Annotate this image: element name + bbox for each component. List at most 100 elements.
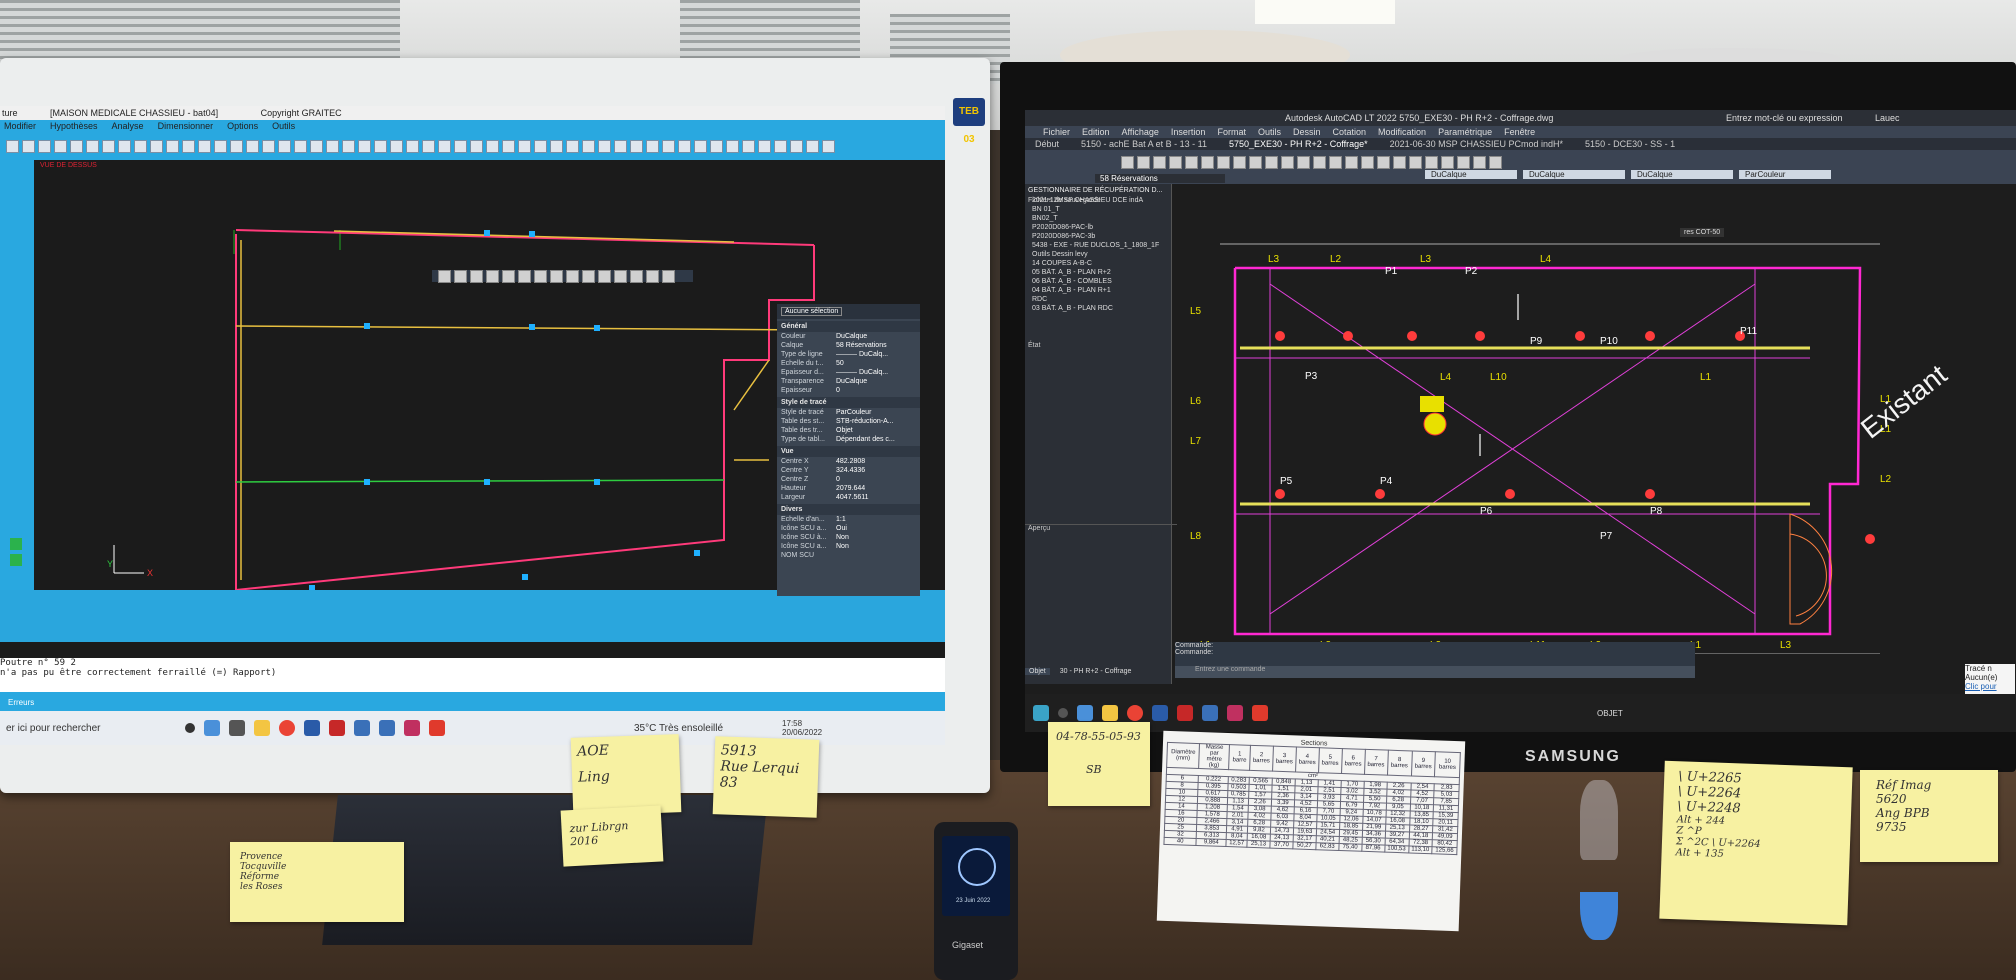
tool-icon[interactable]: [1457, 156, 1470, 169]
tool-icon[interactable]: [598, 269, 611, 283]
outlook-icon[interactable]: [1152, 705, 1168, 721]
tool-icon[interactable]: [1217, 156, 1230, 169]
tool-icon[interactable]: [1329, 156, 1342, 169]
tool-icon[interactable]: [22, 139, 35, 153]
menu-item[interactable]: Options: [227, 120, 258, 132]
menu-item[interactable]: Modifier: [4, 120, 36, 132]
property-row[interactable]: Type de tabl... Dépendant des c...: [777, 435, 920, 444]
lineweight-dropdown[interactable]: DuCalque: [1631, 170, 1733, 179]
tool-icon[interactable]: [1345, 156, 1358, 169]
list-item[interactable]: 05 BÂT. A_B - PLAN R+2: [1032, 268, 1172, 277]
property-row[interactable]: Hauteur 2079.644: [777, 484, 920, 493]
list-item[interactable]: P2020D086-PAC-lb: [1032, 223, 1172, 232]
property-row[interactable]: Table des st... STB-réduction-A...: [777, 417, 920, 426]
file-tab[interactable]: 5150 - achE Bat A et B - 13 - 11: [1081, 138, 1207, 150]
autocad-icon[interactable]: [329, 720, 345, 736]
menu-item[interactable]: Analyse: [112, 120, 144, 132]
list-item[interactable]: 5438 - EXE - RUE DUCLOS_1_1808_1F: [1032, 241, 1172, 250]
pdf-icon[interactable]: [429, 720, 445, 736]
tool-icon[interactable]: [358, 139, 371, 153]
search-hint[interactable]: Entrez mot-clé ou expression: [1726, 113, 1843, 123]
tool-icon[interactable]: [1249, 156, 1262, 169]
tool-icon[interactable]: [1153, 156, 1166, 169]
tool-icon[interactable]: [694, 139, 707, 153]
pdf-icon[interactable]: [1252, 705, 1268, 721]
property-row[interactable]: Transparence DuCalque: [777, 377, 920, 386]
tool-icon[interactable]: [598, 139, 611, 153]
tool-icon[interactable]: [246, 139, 259, 153]
tool-icon[interactable]: [6, 139, 19, 153]
menu-item[interactable]: Modification: [1378, 126, 1426, 138]
tool-icon[interactable]: [262, 139, 275, 153]
edge-icon[interactable]: [204, 720, 220, 736]
folder-icon[interactable]: [1102, 705, 1118, 721]
taskview-icon[interactable]: [229, 720, 245, 736]
tool-icon[interactable]: [1201, 156, 1214, 169]
property-row[interactable]: Style de tracé ParCouleur: [777, 408, 920, 417]
file-tab[interactable]: Début: [1035, 138, 1059, 150]
tool-icon[interactable]: [726, 139, 739, 153]
tool-icon[interactable]: [678, 139, 691, 153]
list-item[interactable]: RDC: [1032, 295, 1172, 304]
desk-phone[interactable]: 23 Juin 2022 Gigaset: [934, 822, 1018, 980]
menu-item[interactable]: Cotation: [1333, 126, 1367, 138]
list-item[interactable]: BN 01_T: [1032, 205, 1172, 214]
menu-item[interactable]: Outils: [272, 120, 295, 132]
tool-icon[interactable]: [582, 269, 595, 283]
section-misc[interactable]: Divers: [777, 504, 920, 515]
tool-icon[interactable]: [214, 139, 227, 153]
tool-icon[interactable]: [710, 139, 723, 153]
app-icon[interactable]: [354, 720, 370, 736]
tool-icon[interactable]: [342, 139, 355, 153]
taskbar-search[interactable]: er ici pour rechercher: [6, 723, 176, 734]
tool-icon[interactable]: [86, 139, 99, 153]
tool-icon[interactable]: [134, 139, 147, 153]
start-icon[interactable]: [185, 723, 195, 733]
clock-date[interactable]: 20/06/2022: [782, 728, 822, 737]
tool-icon[interactable]: [534, 139, 547, 153]
menu-item[interactable]: Affichage: [1122, 126, 1159, 138]
tool-icon[interactable]: [630, 269, 643, 283]
color-dropdown[interactable]: DuCalque: [1425, 170, 1517, 179]
tool-icon[interactable]: [1425, 156, 1438, 169]
tool-icon[interactable]: [166, 139, 179, 153]
section-general[interactable]: Général: [777, 321, 920, 332]
list-item[interactable]: 2021-12MSP CHASSIEU DCE indA: [1032, 196, 1172, 205]
tool-icon[interactable]: [1233, 156, 1246, 169]
tool-icon[interactable]: [150, 139, 163, 153]
tool-icon[interactable]: [486, 139, 499, 153]
tool-icon[interactable]: [1377, 156, 1390, 169]
cot-label[interactable]: res COT-50: [1680, 228, 1725, 237]
list-item[interactable]: 04 BÂT. A_B - PLAN R+1: [1032, 286, 1172, 295]
tool-icon[interactable]: [422, 139, 435, 153]
menu-item[interactable]: Dessin: [1293, 126, 1321, 138]
tool-icon[interactable]: [230, 139, 243, 153]
tool-icon[interactable]: [566, 269, 579, 283]
tool-icon[interactable]: [294, 139, 307, 153]
autocad-icon[interactable]: [1177, 705, 1193, 721]
errors-tab[interactable]: Erreurs: [8, 698, 34, 707]
tool-icon[interactable]: [454, 269, 467, 283]
chrome-icon[interactable]: [279, 720, 295, 736]
folder-icon[interactable]: [254, 720, 270, 736]
tool-icon[interactable]: [582, 139, 595, 153]
tool-icon[interactable]: [630, 139, 643, 153]
clock-time[interactable]: 17:58: [782, 719, 822, 728]
tool-icon[interactable]: [550, 269, 563, 283]
tool-icon[interactable]: [518, 269, 531, 283]
selection-dropdown[interactable]: Aucune sélection: [781, 307, 843, 316]
tool-icon[interactable]: [1297, 156, 1310, 169]
app-icon[interactable]: [1227, 705, 1243, 721]
property-row[interactable]: Centre X 482.2808: [777, 457, 920, 466]
tool-icon[interactable]: [390, 139, 403, 153]
section-view[interactable]: Vue: [777, 446, 920, 457]
property-row[interactable]: Epaisseur d... ——— DuCalq...: [777, 368, 920, 377]
tool-icon[interactable]: [518, 139, 531, 153]
tool-icon[interactable]: [1185, 156, 1198, 169]
tool-icon[interactable]: [566, 139, 579, 153]
edge-icon[interactable]: [1077, 705, 1093, 721]
tool-icon[interactable]: [1473, 156, 1486, 169]
tool-icon[interactable]: [534, 269, 547, 283]
tool-icon[interactable]: [118, 139, 131, 153]
tool-icon[interactable]: [646, 139, 659, 153]
